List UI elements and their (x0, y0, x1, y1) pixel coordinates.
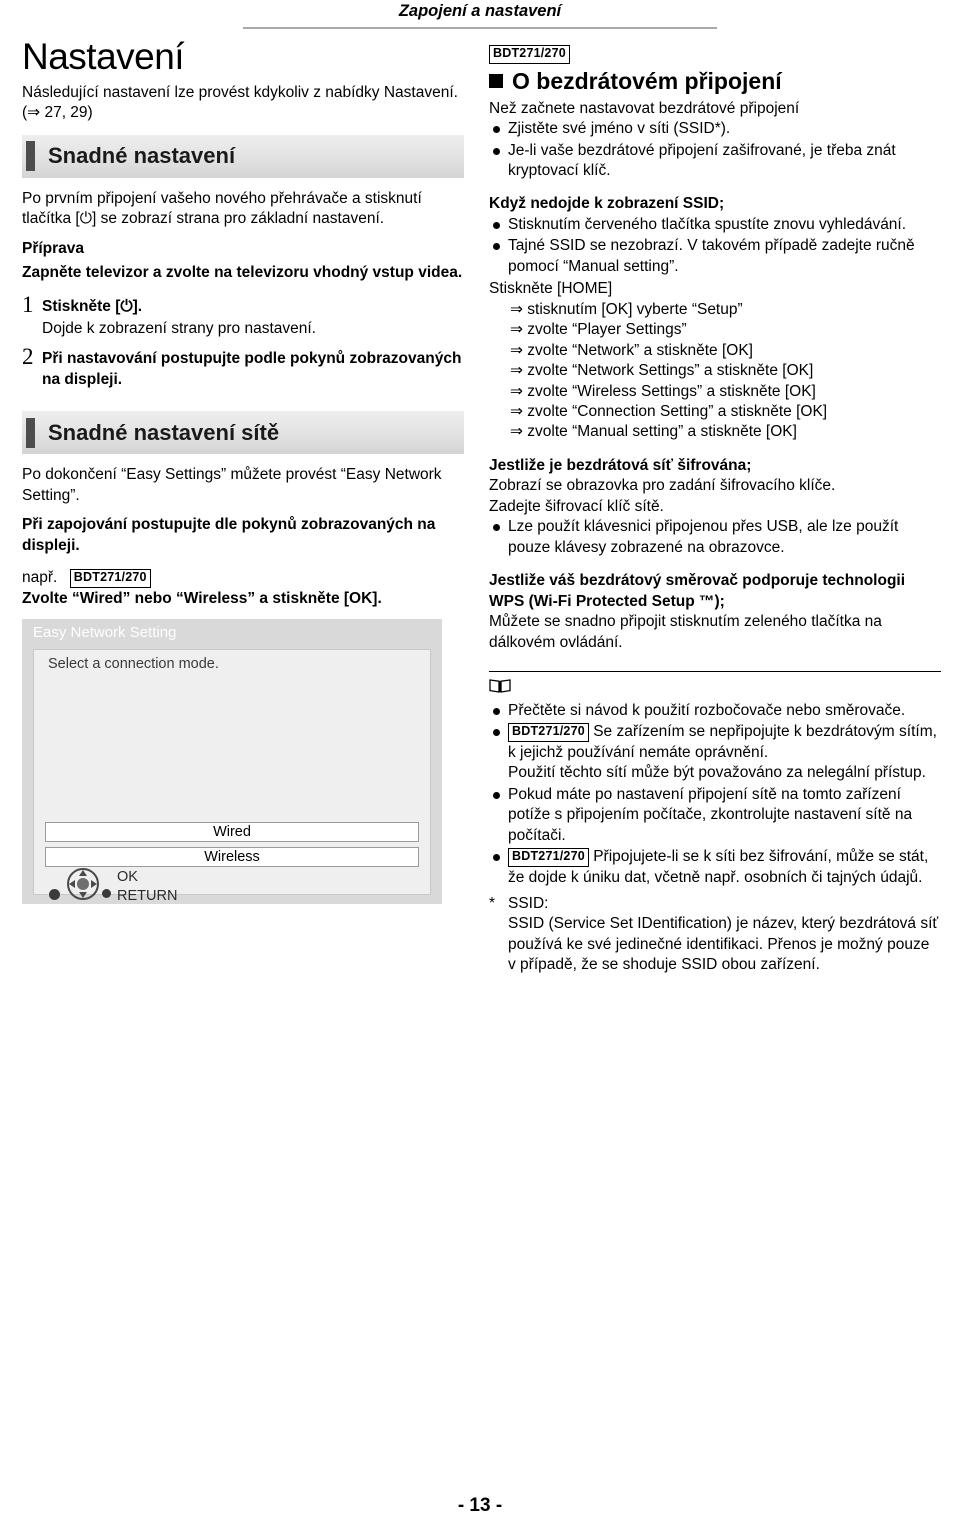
right-column: BDT271/270 O bezdrátovém připojení Než z… (489, 45, 941, 976)
ssid-bullets: Stisknutím červeného tlačítka spustíte z… (489, 215, 941, 277)
section-heading-easy-network: Snadné nastavení sítě (22, 411, 464, 455)
step-2: 2 Při nastavování postupujte podle pokyn… (22, 345, 464, 390)
intro-paragraph: Následující nastavení lze provést kdykol… (22, 83, 458, 122)
square-bullet-icon (489, 74, 503, 89)
step-1-text: Stiskněte [⏻]. (42, 297, 143, 315)
list-item: BDT271/270 Připojujete-li se k síti bez … (489, 847, 941, 888)
list-item: BDT271/270 Se zařízením se nepřipojujte … (489, 722, 941, 783)
tv-return-dot (102, 889, 111, 899)
step-1: 1 Stiskněte [⏻]. (22, 291, 464, 317)
model-badge: BDT271/270 (489, 45, 570, 64)
section-heading-easy-setup: Snadné nastavení (22, 134, 464, 178)
home-step: ⇒ stisknutím [OK] vyberte “Setup” (510, 300, 743, 318)
list-item: Tajné SSID se nezobrazí. V takovém přípa… (489, 236, 941, 277)
note-text: Pokud máte po nastavení připojení sítě n… (508, 785, 913, 844)
list-item: Stisknutím červeného tlačítka spustíte z… (489, 215, 941, 235)
home-line: Stiskněte [HOME] (489, 280, 613, 298)
home-steps: ⇒ stisknutím [OK] vyberte “Setup” ⇒ zvol… (489, 300, 941, 443)
network-instruction: Při zapojování postupujte dle pokynů zob… (22, 516, 436, 554)
encryption-line-1: Zobrazí se obrazovka pro zadání šifrovac… (489, 477, 836, 495)
notes-divider (489, 670, 941, 672)
wireless-intro-bullets: Zjistěte své jméno v síti (SSID*). Je-li… (489, 119, 941, 181)
footnote-label: SSID: (508, 895, 549, 913)
section-marker (26, 417, 35, 448)
tv-screen-mock: Easy Network Setting Select a connection… (22, 619, 442, 905)
home-step: ⇒ zvolte “Player Settings” (510, 321, 687, 339)
model-badge: BDT271/270 (508, 723, 589, 743)
easy-setup-paragraph: Po prvním připojení vašeho nového přehrá… (22, 189, 422, 228)
example-instruction: Zvolte “Wired” nebo “Wireless” a stiskně… (22, 589, 382, 607)
step-2-number: 2 (22, 344, 34, 370)
home-step: ⇒ zvolte “Network Settings” a stiskněte … (510, 362, 814, 380)
header-divider (243, 27, 717, 29)
list-item: Zjistěte své jméno v síti (SSID*). (489, 119, 941, 139)
footnote-star: * (489, 895, 496, 913)
page-number: - 13 - (457, 1495, 503, 1516)
example-line: např. BDT271/270 (22, 569, 464, 588)
encryption-heading: Jestliže je bezdrátová síť šifrována; (489, 456, 752, 474)
wireless-heading-text: O bezdrátovém připojení (512, 67, 782, 94)
list-item: Pokud máte po nastavení připojení sítě n… (489, 785, 941, 846)
list-item: Lze použít klávesnici připojenou přes US… (489, 517, 941, 558)
wireless-intro: Než začnete nastavovat bezdrátové připoj… (489, 99, 800, 117)
encryption-line-2: Zadejte šifrovací klíč sítě. (489, 497, 664, 515)
home-step: ⇒ zvolte “Connection Setting” a stisknět… (510, 402, 828, 420)
list-item: Přečtěte si návod k použití rozbočovače … (489, 701, 941, 721)
step-1-number: 1 (22, 291, 34, 317)
note-text: Přečtěte si návod k použití rozbočovače … (508, 701, 906, 719)
page-title: Nastavení (22, 36, 185, 77)
book-icon (489, 679, 511, 693)
encryption-bullets: Lze použít klávesnici připojenou přes US… (489, 517, 941, 558)
footnote: * SSID: SSID (Service Set IDentification… (489, 894, 941, 976)
wireless-heading: O bezdrátovém připojení (489, 68, 941, 95)
home-step: ⇒ zvolte “Network” a stiskněte [OK] (510, 341, 753, 359)
tv-screen-title: Easy Network Setting (33, 624, 177, 642)
step-2-text: Při nastavování postupujte podle pokynů … (42, 350, 462, 388)
model-badge: BDT271/270 (508, 848, 589, 867)
home-step: ⇒ zvolte “Manual setting” a stiskněte [O… (510, 423, 797, 441)
easy-network-paragraph: Po dokončení “Easy Settings” můžete prov… (22, 466, 442, 504)
left-column: Nastavení Následující nastavení lze prov… (22, 36, 464, 905)
step-1-subtext: Dojde k zobrazení strany pro nastavení. (42, 320, 316, 338)
preparation-label: Příprava (22, 239, 85, 257)
tv-option-wireless[interactable]: Wireless (45, 847, 419, 868)
tv-screen-subtitle: Select a connection mode. (48, 656, 219, 673)
section-label: Snadné nastavení (48, 143, 236, 169)
page-header: Zapojení a nastavení (0, 0, 960, 30)
tv-return-label: RETURN (117, 888, 178, 905)
header-title: Zapojení a nastavení (398, 2, 562, 20)
preparation-text: Zapněte televizor a zvolte na televizoru… (22, 264, 463, 282)
footnote-text: SSID (Service Set IDentification) je náz… (508, 915, 939, 974)
note-subtext: Použití těchto sítí může být považováno … (508, 764, 926, 782)
section-marker (26, 141, 35, 172)
section-label: Snadné nastavení sítě (48, 419, 280, 445)
list-item: Je-li vaše bezdrátové připojení zašifrov… (489, 141, 941, 182)
tv-button-dot (49, 889, 60, 901)
right-badge-line: BDT271/270 (489, 45, 941, 64)
home-step: ⇒ zvolte “Wireless Settings” a stiskněte… (510, 382, 816, 400)
notes-list: Přečtěte si návod k použití rozbočovače … (489, 701, 941, 888)
wps-heading: Jestliže váš bezdrátový směrovač podporu… (489, 572, 906, 610)
dpad-icon (67, 868, 99, 901)
example-label: např. (22, 569, 58, 587)
tv-ok-label: OK (117, 869, 138, 886)
model-badge: BDT271/270 (69, 569, 151, 588)
ssid-heading: Když nedojde k zobrazení SSID; (489, 195, 725, 213)
document-page: Zapojení a nastavení Nastavení Následují… (0, 0, 960, 1531)
tv-option-wired[interactable]: Wired (45, 822, 419, 843)
wps-text: Můžete se snadno připojit stisknutím zel… (489, 613, 882, 651)
